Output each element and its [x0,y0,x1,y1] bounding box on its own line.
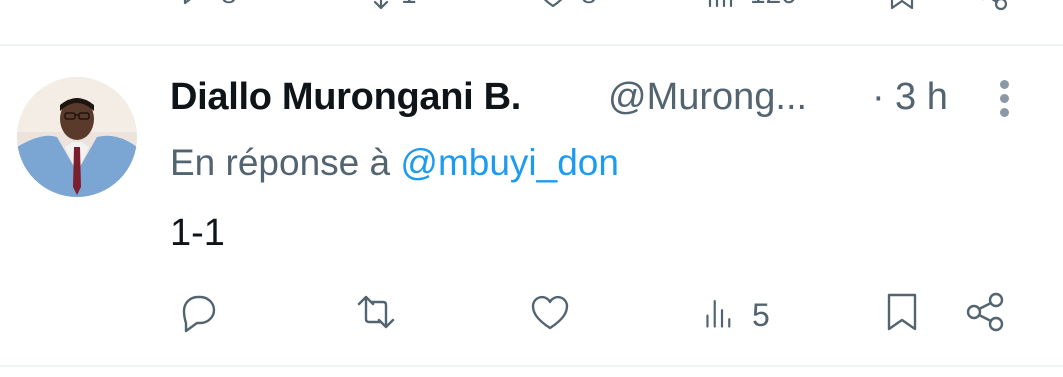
previous-tweet-actions: 8 1 8 120 [0,0,1063,16]
author-handle[interactable]: @Murong... [608,76,848,119]
prev-like-count: 8 [581,0,597,10]
prev-views-button[interactable]: 120 [704,0,797,17]
bookmark-icon [890,0,914,10]
more-icon[interactable] [990,80,1020,122]
reply-button[interactable] [176,290,220,334]
avatar-photo [17,77,137,197]
timestamp[interactable]: 3 h [895,76,948,119]
prev-reply-count: 8 [221,0,237,10]
like-icon [531,295,569,330]
reply-context: En réponse à @mbuyi_don [170,142,619,184]
avatar[interactable] [17,77,137,197]
prev-bookmark-button[interactable] [884,0,920,17]
author-name[interactable]: Diallo Murongani B. [170,76,521,119]
share-icon [966,292,1004,332]
share-icon [981,0,1008,11]
tweet-text: 1-1 [170,212,225,254]
bookmark-icon [887,293,917,331]
views-count: 5 [752,297,770,333]
prev-like-button[interactable]: 8 [535,0,597,17]
views-button[interactable] [702,290,742,334]
prev-reply-button[interactable]: 8 [175,0,237,17]
retweet-icon [373,0,389,10]
bookmark-button[interactable] [880,290,924,334]
views-icon [708,0,733,8]
like-button[interactable] [528,290,572,334]
prev-views-count: 120 [750,0,797,10]
retweet-icon [357,295,395,329]
divider-top [0,44,1063,46]
reply-icon [182,295,216,333]
reply-icon [183,0,191,5]
reply-prefix: En réponse à [170,142,391,183]
divider-bottom [0,365,1063,367]
like-icon [543,0,563,8]
views-icon [706,300,731,328]
prev-share-button[interactable] [975,0,1011,17]
prev-retweet-count: 1 [401,0,417,10]
share-button[interactable] [964,290,1008,334]
separator-dot: · [872,76,885,118]
prev-retweet-button[interactable]: 1 [355,0,417,17]
retweet-button[interactable] [354,290,398,334]
reply-mention-link[interactable]: @mbuyi_don [400,142,619,183]
